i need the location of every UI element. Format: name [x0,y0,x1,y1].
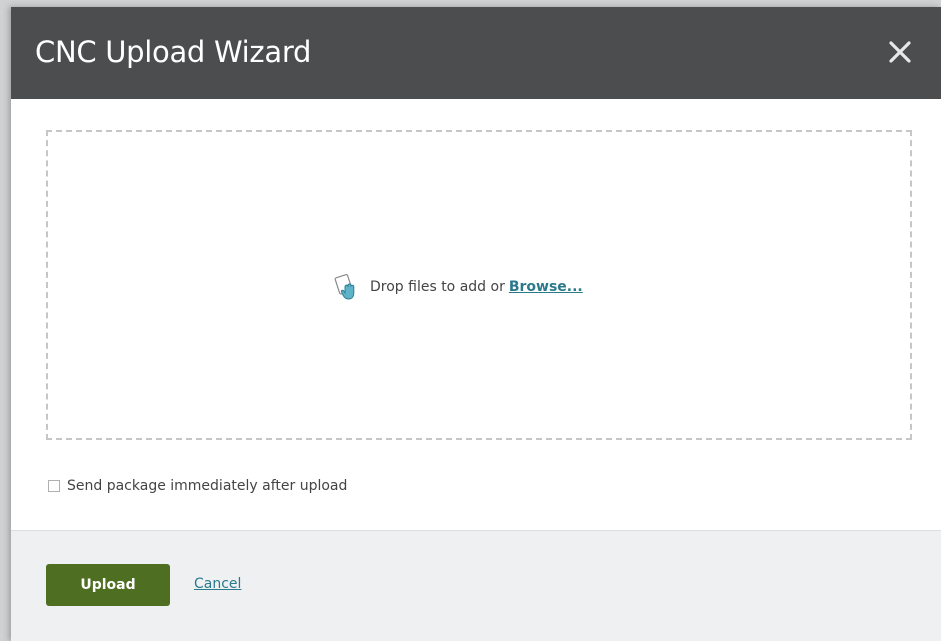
upload-button[interactable]: Upload [46,564,170,606]
send-immediately-label[interactable]: Send package immediately after upload [67,478,347,494]
file-drop-zone[interactable]: Drop files to add or Browse... [46,130,912,440]
upload-wizard-dialog: CNC Upload Wizard Drop files to add or B… [11,7,941,641]
close-icon [889,41,911,63]
dialog-title: CNC Upload Wizard [35,35,312,69]
send-immediately-checkbox[interactable] [48,480,60,492]
drop-zone-prompt: Drop files to add or Browse... [333,273,583,301]
drag-drop-hand-icon [333,273,361,301]
close-button[interactable] [883,35,917,69]
dialog-titlebar: CNC Upload Wizard [11,7,941,99]
drop-zone-text: Drop files to add or [370,279,505,295]
cancel-link[interactable]: Cancel [194,576,241,592]
send-immediately-option: Send package immediately after upload [48,476,347,496]
browse-link[interactable]: Browse... [509,279,583,295]
dialog-footer: Upload Cancel [11,530,941,641]
